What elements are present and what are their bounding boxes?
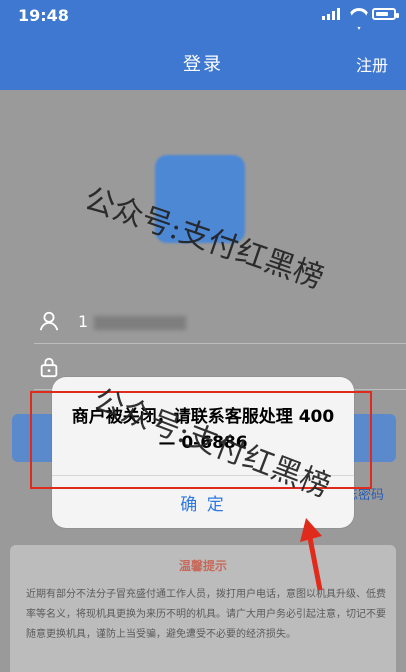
status-time: 19:48 <box>18 6 69 25</box>
register-button[interactable]: 注册 <box>356 52 388 76</box>
page-title: 登录 <box>183 54 223 75</box>
username-field[interactable]: 1 <box>34 300 406 344</box>
status-bar: 19:48 <box>0 0 406 32</box>
battery-icon <box>372 8 399 20</box>
lock-icon <box>40 357 58 378</box>
username-value: 1 <box>78 312 187 331</box>
tips-panel: 温馨提示 近期有部分不法分子冒充盛付通工作人员，拨打用户电话，意图以机具升级、低… <box>10 545 396 672</box>
signal-icon <box>322 8 340 20</box>
user-icon <box>39 311 59 331</box>
red-arrow-icon <box>300 518 323 590</box>
tips-text: 近期有部分不法分子冒充盛付通工作人员，拨打用户电话，意图以机具升级、低费率等名义… <box>26 589 386 640</box>
wifi-icon <box>348 8 364 20</box>
tips-title: 温馨提示 <box>178 559 227 573</box>
status-icons <box>322 8 399 20</box>
nav-bar: 登录 注册 <box>0 32 406 90</box>
